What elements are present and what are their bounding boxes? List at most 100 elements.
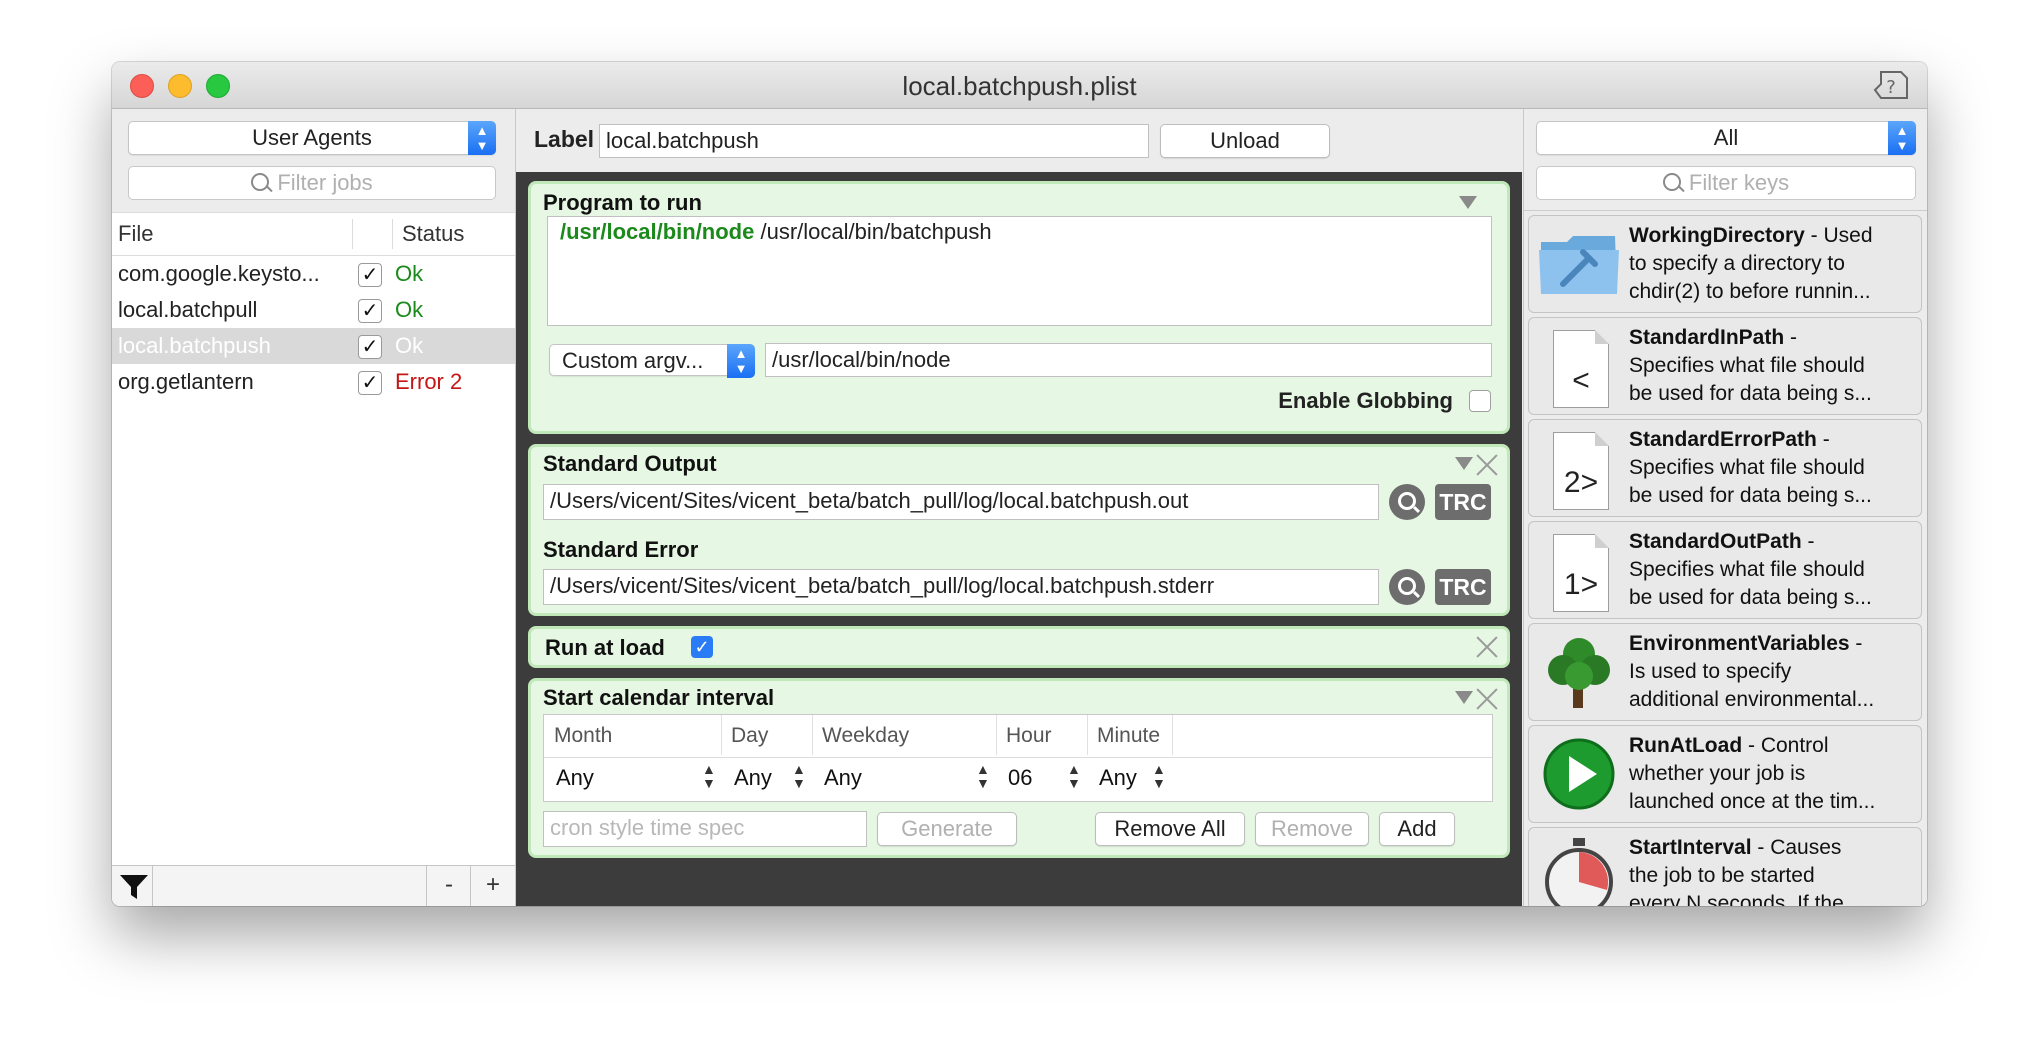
hour-stepper-icon[interactable]: ▲ ▼ <box>1067 762 1081 790</box>
generate-button[interactable]: Generate <box>877 812 1017 846</box>
weekday-value[interactable]: Any <box>824 765 862 791</box>
hour-value[interactable]: 06 <box>1008 765 1032 791</box>
key-desc-line: Specifies what file should <box>1629 558 1865 581</box>
column-divider <box>1172 715 1173 755</box>
jobs-controls: User Agents ▲ ▼ Filter jobs <box>112 109 515 212</box>
tail-stderr-button[interactable]: TRC <box>1435 569 1491 605</box>
key-card-workingdirectory[interactable]: WorkingDirectory - Used to specify a dir… <box>1528 215 1922 313</box>
month-value[interactable]: Any <box>556 765 594 791</box>
remove-all-button[interactable]: Remove All <box>1095 812 1245 846</box>
job-row[interactable]: local.batchpull ✓ Ok <box>112 292 515 328</box>
filter-jobs-input[interactable]: Filter jobs <box>128 166 496 200</box>
enable-globbing-checkbox[interactable] <box>1469 390 1491 412</box>
close-icon[interactable] <box>1475 687 1499 711</box>
document-icon: 1> <box>1537 528 1621 612</box>
column-file[interactable]: File <box>118 221 153 247</box>
key-desc-line: - <box>1816 428 1830 451</box>
label-caption: Label <box>534 126 595 152</box>
filter-icon[interactable] <box>118 872 150 902</box>
stderr-title: Standard Error <box>543 537 699 562</box>
add-button[interactable]: Add <box>1379 812 1455 846</box>
key-desc-line: Specifies what file should <box>1629 354 1865 377</box>
document-glyph: < <box>1553 330 1609 408</box>
job-enabled-checkbox[interactable]: ✓ <box>358 335 382 359</box>
key-name: StartInterval <box>1629 836 1752 859</box>
key-description: EnvironmentVariables - Is used to specif… <box>1629 630 1917 714</box>
jobs-table-header: File Status <box>112 212 515 256</box>
key-card-standarderrorpath[interactable]: 2> StandardErrorPath - Specifies what fi… <box>1528 419 1922 517</box>
key-card-environmentvariables[interactable]: EnvironmentVariables - Is used to specif… <box>1528 623 1922 721</box>
minute-value[interactable]: Any <box>1099 765 1137 791</box>
key-desc-line: - Used <box>1804 224 1873 247</box>
calendar-row[interactable]: Any ▲ ▼ Any ▲ ▼ Any ▲ ▼ 06 ▲ ▼ Any ▲ ▼ <box>544 757 1492 801</box>
calendar-table-header: Month Day Weekday Hour Minute <box>544 715 1492 758</box>
job-enabled-checkbox[interactable]: ✓ <box>358 371 382 395</box>
job-enabled-checkbox[interactable]: ✓ <box>358 299 382 323</box>
job-status: Ok <box>395 261 424 286</box>
job-row[interactable]: com.google.keysto... ✓ Ok <box>112 256 515 292</box>
job-status: Error 2 <box>395 369 463 394</box>
day-stepper-icon[interactable]: ▲ ▼ <box>792 762 806 790</box>
runatload-panel: Run at load ✓ <box>528 626 1510 668</box>
column-status[interactable]: Status <box>402 221 464 247</box>
calendar-table: Month Day Weekday Hour Minute Any ▲ ▼ Any… <box>543 714 1493 802</box>
key-desc-line: - Control <box>1742 734 1829 757</box>
key-card-runatload[interactable]: RunAtLoad - Control whether your job is … <box>1528 725 1922 823</box>
job-status: Ok <box>395 297 424 322</box>
remove-button[interactable]: Remove <box>1255 812 1369 846</box>
job-row-selected[interactable]: local.batchpush ✓ Ok <box>112 328 515 364</box>
column-divider <box>812 715 813 755</box>
stderr-path-field[interactable]: /Users/vicent/Sites/vicent_beta/batch_pu… <box>543 569 1379 605</box>
add-job-button[interactable]: + <box>470 866 515 906</box>
key-card-standardoutpath[interactable]: 1> StandardOutPath - Specifies what file… <box>1528 521 1922 619</box>
key-desc-line: chdir(2) to before runnin... <box>1629 280 1871 303</box>
title-bar: local.batchpush.plist ? <box>112 62 1927 109</box>
weekday-stepper-icon[interactable]: ▲ ▼ <box>976 762 990 790</box>
collapse-triangle-icon[interactable] <box>1455 691 1473 704</box>
enable-globbing-label: Enable Globbing <box>1278 388 1453 413</box>
column-weekday: Weekday <box>822 724 910 747</box>
argv0-field[interactable]: /usr/local/bin/node <box>765 343 1492 377</box>
filter-keys-input[interactable]: Filter keys <box>1536 166 1916 200</box>
collapse-triangle-icon[interactable] <box>1459 196 1477 209</box>
month-stepper-icon[interactable]: ▲ ▼ <box>702 762 716 790</box>
collapse-triangle-icon[interactable] <box>1455 457 1473 470</box>
unload-button[interactable]: Unload <box>1160 124 1330 158</box>
key-card-startinterval[interactable]: StartInterval - Causes the job to be sta… <box>1528 827 1922 906</box>
job-file: local.batchpush <box>118 333 271 358</box>
reveal-stderr-button[interactable] <box>1389 569 1425 605</box>
close-icon[interactable] <box>1475 635 1499 659</box>
label-field[interactable]: local.batchpush <box>599 124 1149 158</box>
document-icon: 2> <box>1537 426 1621 510</box>
key-desc-line: be used for data being s... <box>1629 586 1872 609</box>
key-desc-line: - Causes <box>1751 836 1842 859</box>
remove-job-button[interactable]: - <box>426 866 471 906</box>
domain-popup[interactable]: User Agents ▲ ▼ <box>128 121 496 155</box>
minute-stepper-icon[interactable]: ▲ ▼ <box>1152 762 1166 790</box>
key-desc-line: to specify a directory to <box>1629 252 1845 275</box>
argv-popup-label: Custom argv... <box>562 348 704 373</box>
key-desc-line: additional environmental... <box>1629 688 1875 711</box>
editor-pane: Label local.batchpush Unload Program to … <box>516 109 1522 906</box>
stdout-path-field[interactable]: /Users/vicent/Sites/vicent_beta/batch_pu… <box>543 484 1379 520</box>
job-row[interactable]: org.getlantern ✓ Error 2 <box>112 364 515 400</box>
tail-stdout-button[interactable]: TRC <box>1435 484 1491 520</box>
key-desc-line: - <box>1801 530 1815 553</box>
key-description: RunAtLoad - Control whether your job is … <box>1629 732 1917 816</box>
reveal-stdout-button[interactable] <box>1389 484 1425 520</box>
runatload-checkbox[interactable]: ✓ <box>691 636 713 658</box>
category-popup[interactable]: All ▲ ▼ <box>1536 121 1916 155</box>
key-card-standardinpath[interactable]: < StandardInPath - Specifies what file s… <box>1528 317 1922 415</box>
day-value[interactable]: Any <box>734 765 772 791</box>
svg-text:?: ? <box>1886 77 1896 98</box>
program-arguments-field[interactable]: /usr/local/bin/node /usr/local/bin/batch… <box>547 216 1492 326</box>
key-description: StartInterval - Causes the job to be sta… <box>1629 834 1917 906</box>
help-icon[interactable]: ? <box>1873 68 1909 102</box>
program-panel: Program to run /usr/local/bin/node /usr/… <box>528 181 1510 434</box>
job-enabled-checkbox[interactable]: ✓ <box>358 263 382 287</box>
cron-spec-input[interactable]: cron style time spec <box>543 811 867 847</box>
jobs-pane: User Agents ▲ ▼ Filter jobs File Status c… <box>112 109 516 906</box>
close-icon[interactable] <box>1475 453 1499 477</box>
key-desc-line: Specifies what file should <box>1629 456 1865 479</box>
argv-popup[interactable]: Custom argv... ▲ ▼ <box>549 344 755 378</box>
